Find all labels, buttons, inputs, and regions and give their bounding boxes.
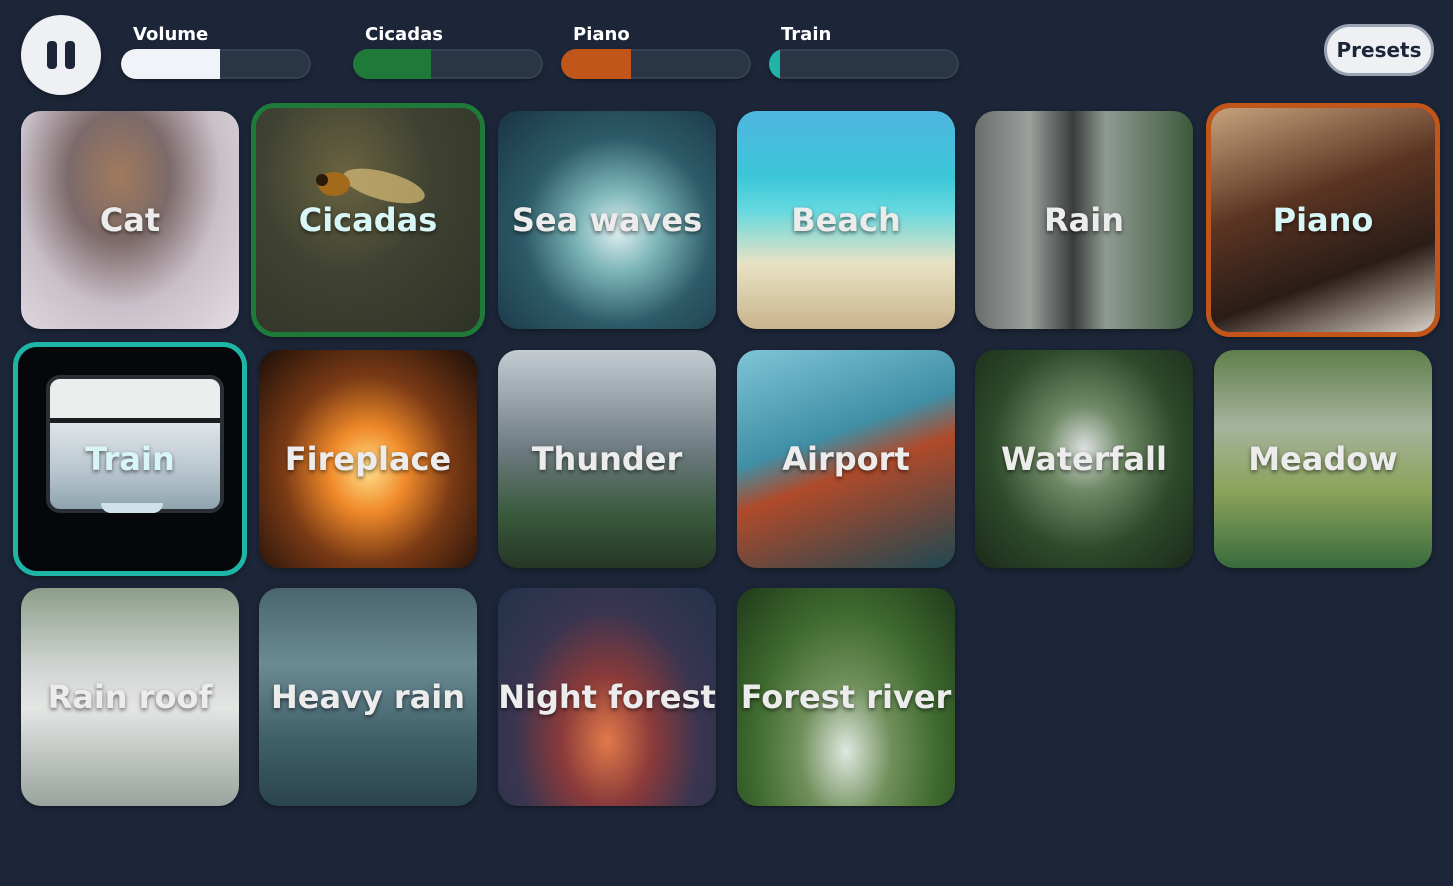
piano-slider-label: Piano [573,24,630,45]
pause-icon [47,41,57,69]
sound-tile-cat[interactable]: Cat [21,111,239,329]
sound-tile-piano[interactable]: Piano [1206,103,1440,337]
sound-tile-night-forest[interactable]: Night forest [498,588,716,806]
sound-tile-forest-river[interactable]: Forest river [737,588,955,806]
sound-tile-label: Thunder [531,440,683,478]
train-track[interactable] [769,49,959,79]
sound-tile-airport[interactable]: Airport [737,350,955,568]
sound-tile-label: Beach [791,201,901,239]
cicadas-slider-label: Cicadas [365,24,443,45]
sound-tile-label: Cat [99,201,161,239]
piano-track[interactable] [561,49,751,79]
sound-tile-label: Meadow [1248,440,1398,478]
sound-tile-label: Rain roof [47,678,213,716]
sound-tile-label: Airport [782,440,910,478]
sound-tile-waterfall[interactable]: Waterfall [975,350,1193,568]
sound-tile-label: Piano [1272,201,1374,239]
sound-tile-label: Heavy rain [270,678,466,716]
volume-label: Volume [133,24,209,45]
sound-tile-thunder[interactable]: Thunder [498,350,716,568]
train-slider-label: Train [781,24,832,45]
sound-tile-label: Cicadas [298,201,438,239]
volume-track[interactable] [121,49,311,79]
sound-tile-heavy-rain[interactable]: Heavy rain [259,588,477,806]
sound-tile-sea-waves[interactable]: Sea waves [498,111,716,329]
cicadas-track[interactable] [353,49,543,79]
sound-tile-rain-roof[interactable]: Rain roof [21,588,239,806]
sound-tile-meadow[interactable]: Meadow [1214,350,1432,568]
sound-tile-label: Rain [1044,201,1124,239]
sound-tile-rain[interactable]: Rain [975,111,1193,329]
presets-button[interactable]: Presets [1324,24,1434,76]
sound-tile-train[interactable]: Train [13,342,247,576]
sound-tile-cicadas[interactable]: Cicadas [251,103,485,337]
sound-tile-beach[interactable]: Beach [737,111,955,329]
sound-tile-label: Forest river [740,678,952,716]
pause-button[interactable] [21,15,101,95]
sound-tile-fireplace[interactable]: Fireplace [259,350,477,568]
sound-tile-label: Train [85,440,175,478]
sound-tile-label: Waterfall [1001,440,1167,478]
sound-tile-label: Fireplace [284,440,452,478]
sound-tile-label: Sea waves [511,201,703,239]
sound-tile-label: Night forest [498,678,716,716]
